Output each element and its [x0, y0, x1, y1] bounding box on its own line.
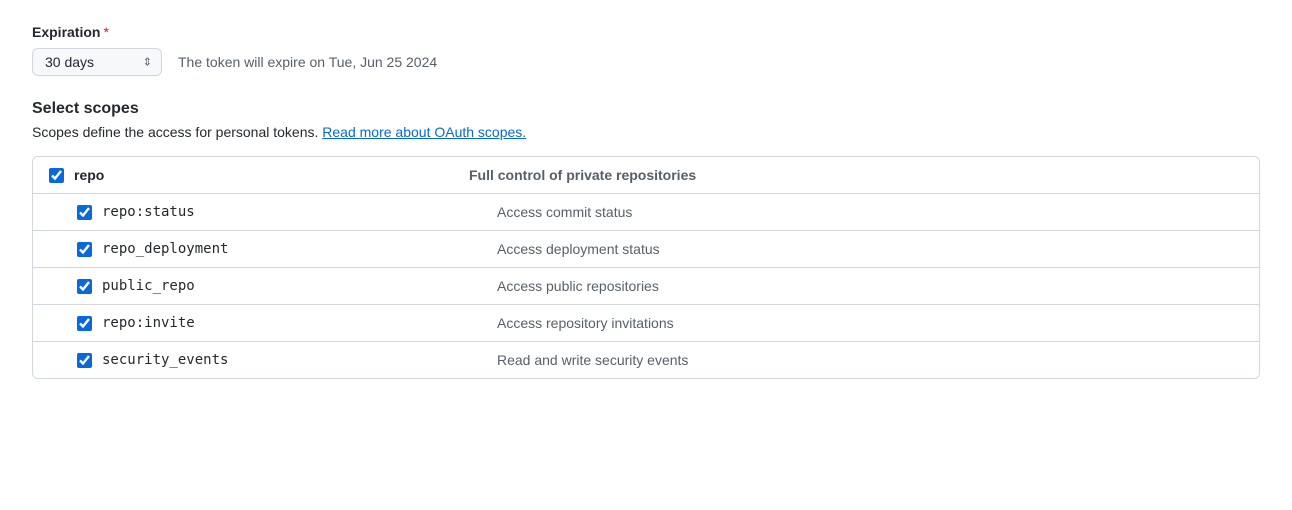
scope-row-repo-status: repo:status Access commit status: [33, 194, 1259, 231]
scope-desc-repo-deployment: Access deployment status: [497, 241, 660, 257]
scope-desc-public-repo: Access public repositories: [497, 278, 659, 294]
scope-row-repo-deployment: repo_deployment Access deployment status: [33, 231, 1259, 268]
expiration-select-wrapper[interactable]: Custom 7 days 30 days 60 days 90 days No…: [32, 48, 162, 76]
scope-left-repo: repo: [49, 167, 469, 183]
scope-desc-repo: Full control of private repositories: [469, 167, 696, 183]
scope-checkbox-security-events[interactable]: [77, 353, 92, 368]
expiry-text: The token will expire on Tue, Jun 25 202…: [178, 54, 437, 70]
expiration-section: Expiration* Custom 7 days 30 days 60 day…: [32, 24, 1260, 76]
scope-name-security-events: security_events: [102, 352, 228, 368]
scope-row-security-events: security_events Read and write security …: [33, 342, 1259, 378]
scopes-section: Select scopes Scopes define the access f…: [32, 100, 1260, 379]
required-indicator: *: [103, 24, 108, 40]
scope-row-repo-invite: repo:invite Access repository invitation…: [33, 305, 1259, 342]
scope-name-public-repo: public_repo: [102, 278, 195, 294]
scope-desc-repo-status: Access commit status: [497, 204, 632, 220]
scope-left-repo-deployment: repo_deployment: [77, 241, 497, 257]
scope-desc-security-events: Read and write security events: [497, 352, 688, 368]
expiration-label: Expiration*: [32, 24, 1260, 40]
scope-name-repo-status: repo:status: [102, 204, 195, 220]
expiration-select[interactable]: Custom 7 days 30 days 60 days 90 days No…: [32, 48, 162, 76]
expiration-title: Expiration: [32, 24, 100, 40]
scope-left-public-repo: public_repo: [77, 278, 497, 294]
scope-left-repo-invite: repo:invite: [77, 315, 497, 331]
scope-name-repo-invite: repo:invite: [102, 315, 195, 331]
scope-name-repo: repo: [74, 167, 104, 183]
scopes-description-text: Scopes define the access for personal to…: [32, 124, 322, 140]
scope-checkbox-public-repo[interactable]: [77, 279, 92, 294]
scopes-box: repo Full control of private repositorie…: [32, 156, 1260, 379]
scope-checkbox-repo-deployment[interactable]: [77, 242, 92, 257]
scope-desc-repo-invite: Access repository invitations: [497, 315, 674, 331]
scope-row-repo: repo Full control of private repositorie…: [33, 157, 1259, 194]
scope-left-security-events: security_events: [77, 352, 497, 368]
scope-name-repo-deployment: repo_deployment: [102, 241, 228, 257]
scopes-description: Scopes define the access for personal to…: [32, 124, 1260, 140]
scope-left-repo-status: repo:status: [77, 204, 497, 220]
oauth-link[interactable]: Read more about OAuth scopes.: [322, 124, 526, 140]
scope-row-public-repo: public_repo Access public repositories: [33, 268, 1259, 305]
scope-checkbox-repo-status[interactable]: [77, 205, 92, 220]
scopes-title: Select scopes: [32, 100, 1260, 118]
scope-checkbox-repo-invite[interactable]: [77, 316, 92, 331]
scope-checkbox-repo[interactable]: [49, 168, 64, 183]
